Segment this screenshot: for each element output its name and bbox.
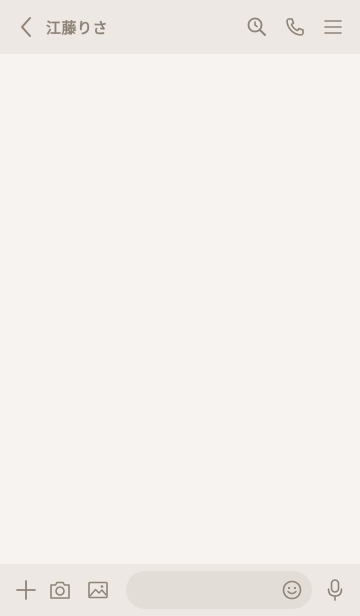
menu-button[interactable] (314, 0, 352, 54)
plus-button[interactable] (0, 564, 52, 616)
search-button[interactable] (238, 0, 276, 54)
voice-button[interactable] (320, 564, 350, 616)
message-input-wrapper (126, 571, 312, 609)
image-button[interactable] (84, 564, 112, 616)
phone-icon (284, 16, 306, 38)
camera-icon (48, 579, 72, 601)
call-button[interactable] (276, 0, 314, 54)
message-list[interactable] (0, 54, 360, 564)
chat-header: 江藤りさ (0, 0, 360, 54)
chat-title: 江藤りさ (46, 18, 109, 37)
header-actions (238, 0, 352, 54)
image-icon (86, 579, 110, 601)
back-icon (19, 16, 33, 38)
emoji-icon (281, 579, 303, 601)
microphone-icon (325, 578, 345, 602)
back-button[interactable] (6, 0, 46, 54)
menu-icon (323, 18, 343, 36)
camera-button[interactable] (46, 564, 74, 616)
message-input[interactable] (126, 571, 276, 609)
emoji-button[interactable] (278, 571, 306, 609)
plus-icon (15, 579, 37, 601)
search-icon (246, 16, 268, 38)
